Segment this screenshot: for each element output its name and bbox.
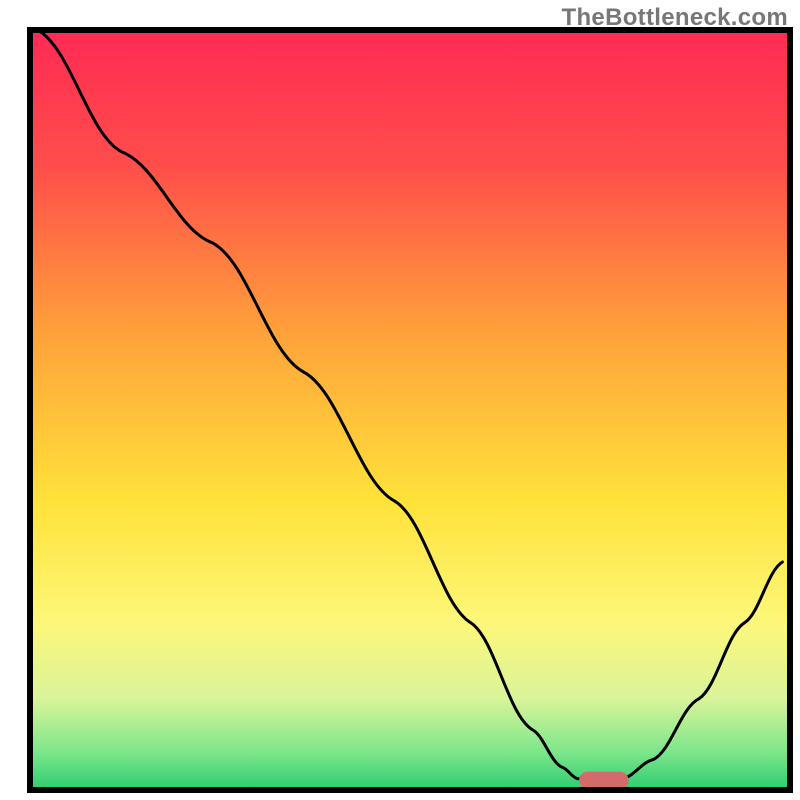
bottleneck-chart: TheBottleneck.com xyxy=(0,0,800,800)
chart-canvas xyxy=(0,0,800,800)
optimum-marker xyxy=(579,772,628,789)
gradient-background xyxy=(30,30,790,790)
watermark-label: TheBottleneck.com xyxy=(562,4,788,32)
